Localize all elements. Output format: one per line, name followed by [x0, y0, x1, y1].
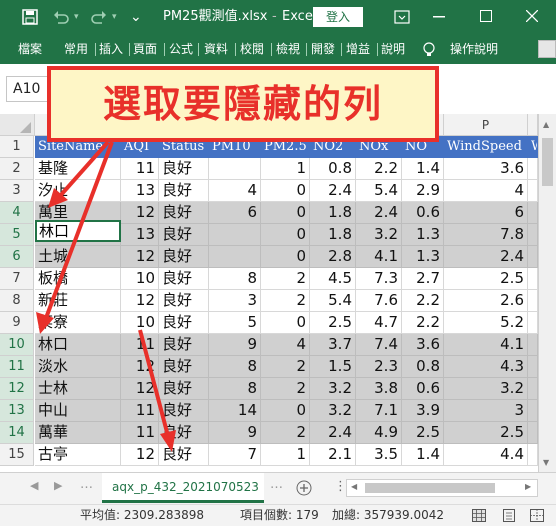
- status-sum: 加總: 357939.0042: [332, 508, 445, 522]
- arrowhead-icon: [36, 312, 54, 334]
- more-sheets-icon[interactable]: …: [80, 477, 93, 492]
- annotation-arrows: [36, 140, 176, 452]
- sheet-scroll-left-icon[interactable]: ◀: [30, 479, 38, 492]
- horizontal-scroll-thumb[interactable]: [365, 483, 495, 493]
- status-bar: 平均值: 2309.283898 項目個數: 179 加總: 357939.00…: [0, 504, 556, 526]
- arrow-to-row-9: [44, 141, 114, 319]
- status-average: 平均值: 2309.283898: [80, 508, 205, 522]
- horizontal-scrollbar[interactable]: ◀ ▶: [346, 479, 538, 497]
- normal-view-icon[interactable]: [472, 509, 486, 522]
- scroll-left-icon[interactable]: ◀: [351, 482, 357, 491]
- add-sheet-icon[interactable]: [296, 480, 312, 496]
- page-break-view-icon[interactable]: [530, 509, 544, 522]
- more-sheets-right-icon[interactable]: …: [270, 477, 283, 492]
- scroll-right-icon[interactable]: ▶: [525, 482, 531, 491]
- status-count: 項目個數: 179: [240, 508, 319, 522]
- page-layout-view-icon[interactable]: [503, 509, 515, 522]
- sheet-scroll-right-icon[interactable]: ▶: [54, 479, 62, 492]
- sheet-tab-aqx[interactable]: aqx_p_432_2021070523: [102, 473, 264, 503]
- arrowhead-icon: [160, 430, 176, 452]
- arrow-from-row-10: [138, 329, 170, 437]
- sheet-tab-bar: ◀ ▶ … aqx_p_432_2021070523 … ⋮ ◀ ▶: [0, 472, 556, 504]
